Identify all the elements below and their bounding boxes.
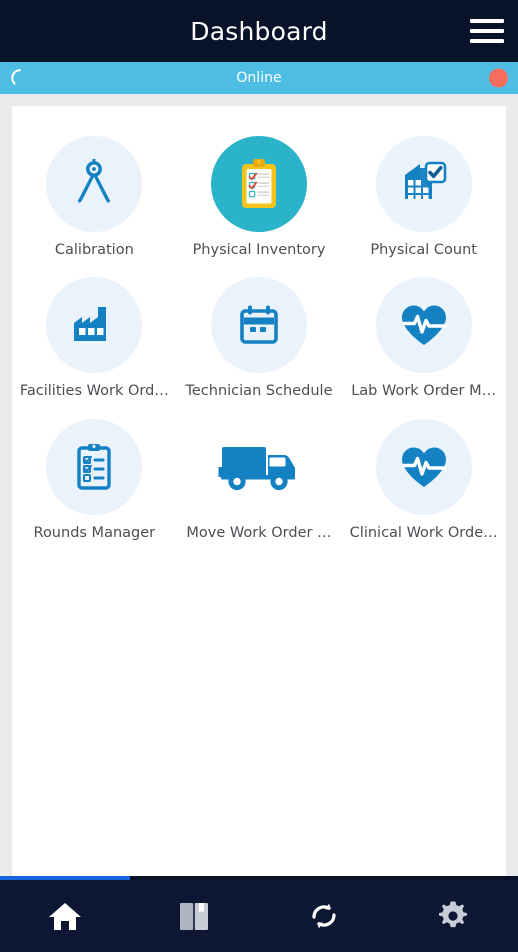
tile-label: Technician Schedule	[185, 383, 333, 400]
nav-sync[interactable]	[259, 880, 389, 952]
tile-physical-count[interactable]: Physical Count	[341, 136, 506, 259]
app-header: Dashboard	[0, 0, 518, 62]
tile-label: Physical Inventory	[192, 242, 326, 258]
tile-label: Move Work Order …	[186, 524, 332, 541]
nav-library[interactable]	[130, 880, 260, 952]
nav-home[interactable]	[0, 880, 130, 952]
compass-divider-icon	[66, 156, 122, 212]
sync-refresh-icon	[307, 899, 341, 933]
connection-status-bar: Online	[0, 62, 518, 94]
warehouse-check-icon	[395, 155, 453, 213]
hamburger-bar	[470, 19, 504, 23]
status-dot-icon[interactable]	[489, 68, 508, 88]
tile-icon-background	[46, 277, 143, 374]
tile-icon-background	[46, 136, 143, 232]
clipboard-tasks-icon	[67, 440, 121, 494]
tile-card: Calibration Physical Inventory Physical …	[12, 106, 506, 880]
factory-icon	[68, 299, 120, 351]
page-title: Dashboard	[190, 16, 328, 46]
gear-settings-icon	[436, 899, 470, 933]
heart-pulse-icon	[395, 438, 453, 496]
tile-move-work-order[interactable]: Move Work Order …	[177, 419, 342, 542]
hamburger-bar	[470, 39, 504, 43]
home-icon	[48, 900, 82, 932]
tile-label: Lab Work Order M…	[351, 383, 497, 400]
book-bookmark-icon	[177, 900, 211, 932]
calendar-icon	[233, 299, 285, 351]
tile-icon-background	[210, 136, 307, 232]
tile-calibration[interactable]: Calibration	[12, 136, 177, 259]
clipboard-checklist-icon	[228, 153, 290, 215]
hamburger-bar	[470, 29, 504, 33]
tile-label: Clinical Work Orde…	[349, 524, 498, 541]
tile-icon-background	[211, 419, 307, 515]
tile-physical-inventory[interactable]: Physical Inventory	[177, 136, 342, 259]
dashboard-content: Calibration Physical Inventory Physical …	[0, 94, 518, 880]
tile-icon-background	[375, 277, 472, 374]
delivery-truck-icon	[217, 436, 301, 498]
tile-lab-work-order[interactable]: Lab Work Order M…	[341, 277, 506, 400]
tile-label: Calibration	[54, 242, 134, 258]
hamburger-menu-icon[interactable]	[470, 19, 504, 43]
tile-label: Physical Count	[370, 242, 477, 258]
tile-icon-background	[375, 418, 472, 515]
nav-settings[interactable]	[389, 880, 518, 952]
loading-spinner-icon	[10, 68, 30, 88]
tile-clinical-work-order[interactable]: Clinical Work Orde…	[341, 418, 506, 542]
tile-label: Rounds Manager	[33, 524, 156, 541]
tile-icon-background	[375, 136, 472, 232]
app-tile-grid: Calibration Physical Inventory Physical …	[12, 136, 506, 542]
tile-icon-background	[46, 418, 143, 515]
status-badge: Online	[236, 70, 282, 86]
tile-rounds-manager[interactable]: Rounds Manager	[12, 418, 177, 542]
tile-technician-schedule[interactable]: Technician Schedule	[177, 277, 342, 400]
tile-icon-background	[210, 277, 307, 374]
tile-label: Facilities Work Ord…	[19, 383, 169, 400]
bottom-navigation	[0, 880, 518, 952]
heart-pulse-icon	[395, 296, 453, 354]
tile-facilities-work-order[interactable]: Facilities Work Ord…	[12, 277, 177, 400]
